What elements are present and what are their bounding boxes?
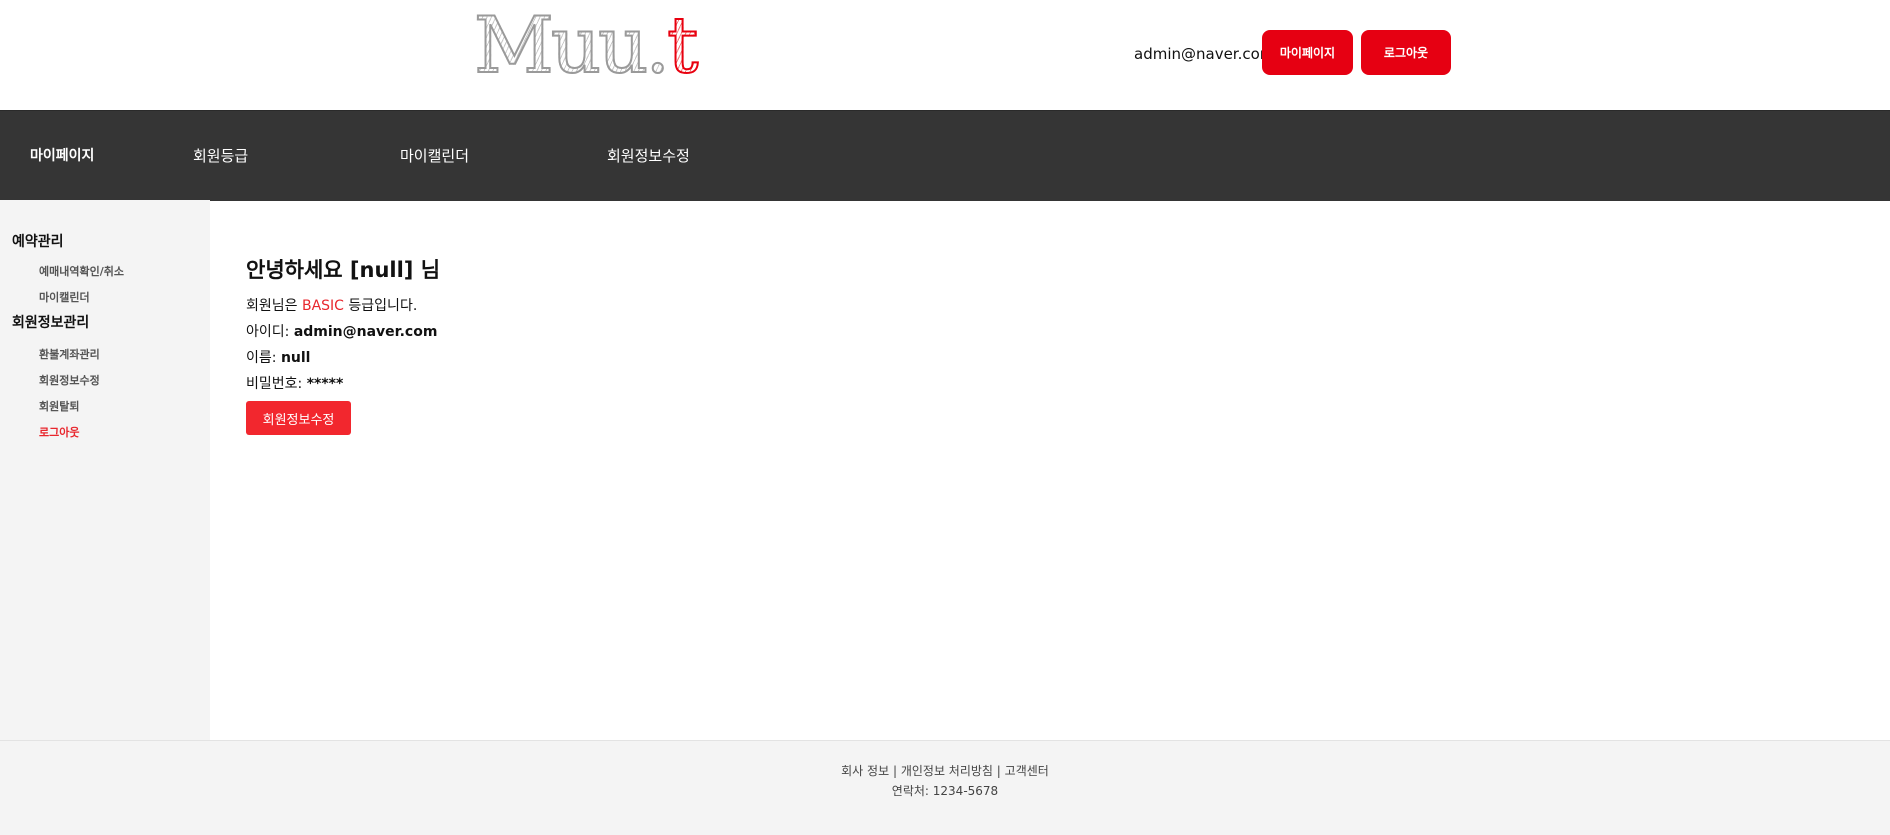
user-email: admin@naver.com	[1134, 45, 1275, 63]
sidebar-link-logout[interactable]: 로그아웃	[39, 426, 79, 440]
edit-profile-button[interactable]: 회원정보수정	[246, 401, 351, 435]
id-value: admin@naver.com	[293, 324, 438, 340]
sidebar-link-withdraw[interactable]: 회원탈퇴	[39, 400, 79, 414]
nav-item-my-calendar[interactable]: 마이캘린더	[400, 146, 469, 166]
mypage-button[interactable]: 마이페이지	[1262, 30, 1353, 75]
nav-item-mypage[interactable]: 마이페이지	[30, 146, 94, 166]
password-value: *****	[306, 376, 344, 392]
password-label: 비밀번호:	[246, 376, 303, 392]
sidebar-link-my-calendar[interactable]: 마이캘린더	[39, 291, 90, 305]
nav-item-member-grade[interactable]: 회원등급	[193, 146, 248, 166]
grade-prefix: 회원님은	[246, 298, 298, 314]
sidebar: 예약관리 예매내역확인/취소 마이캘린더 회원정보관리 환불계좌관리 회원정보수…	[0, 200, 210, 741]
name-value: null	[280, 350, 311, 366]
greeting-heading: 안녕하세요 [null] 님	[246, 258, 441, 282]
site-logo[interactable]: Muu. t	[473, 1, 700, 91]
main-nav: 마이페이지 회원등급 마이캘린더 회원정보수정	[0, 110, 1890, 201]
footer-separator: |	[996, 764, 1001, 778]
site-header: Muu. t admin@naver.com 마이페이지 로그아웃	[0, 0, 1890, 110]
id-line: 아이디: admin@naver.com	[246, 323, 437, 341]
logo-accent: t	[666, 1, 699, 91]
footer-support-link[interactable]: 고객센터	[1005, 764, 1049, 778]
name-label: 이름:	[246, 350, 277, 366]
grade-line: 회원님은 BASIC 등급입니다.	[246, 297, 417, 315]
sidebar-section-title-member-info: 회원정보관리	[12, 315, 90, 331]
name-line: 이름: null	[246, 349, 310, 367]
id-label: 아이디:	[246, 324, 290, 340]
footer-separator: |	[892, 764, 897, 778]
grade-value: BASIC	[301, 298, 344, 314]
site-footer: 회사 정보 | 개인정보 처리방침 | 고객센터 연락처: 1234-5678	[0, 740, 1890, 835]
logo-text: Muu.	[473, 1, 671, 91]
sidebar-section-title-reservation: 예약관리	[12, 234, 64, 250]
footer-company-info-link[interactable]: 회사 정보	[841, 764, 889, 778]
footer-privacy-link[interactable]: 개인정보 처리방침	[901, 764, 993, 778]
nav-item-edit-profile[interactable]: 회원정보수정	[607, 146, 690, 166]
sidebar-link-edit-profile[interactable]: 회원정보수정	[39, 374, 100, 388]
password-line: 비밀번호: *****	[246, 375, 343, 393]
grade-suffix: 등급입니다.	[348, 298, 418, 314]
footer-contact: 연락처: 1234-5678	[891, 784, 999, 798]
sidebar-link-booking-history[interactable]: 예매내역확인/취소	[39, 265, 124, 279]
logout-button[interactable]: 로그아웃	[1361, 30, 1451, 75]
footer-links: 회사 정보 | 개인정보 처리방침 | 고객센터	[0, 763, 1890, 779]
sidebar-link-refund-account[interactable]: 환불계좌관리	[39, 348, 100, 362]
